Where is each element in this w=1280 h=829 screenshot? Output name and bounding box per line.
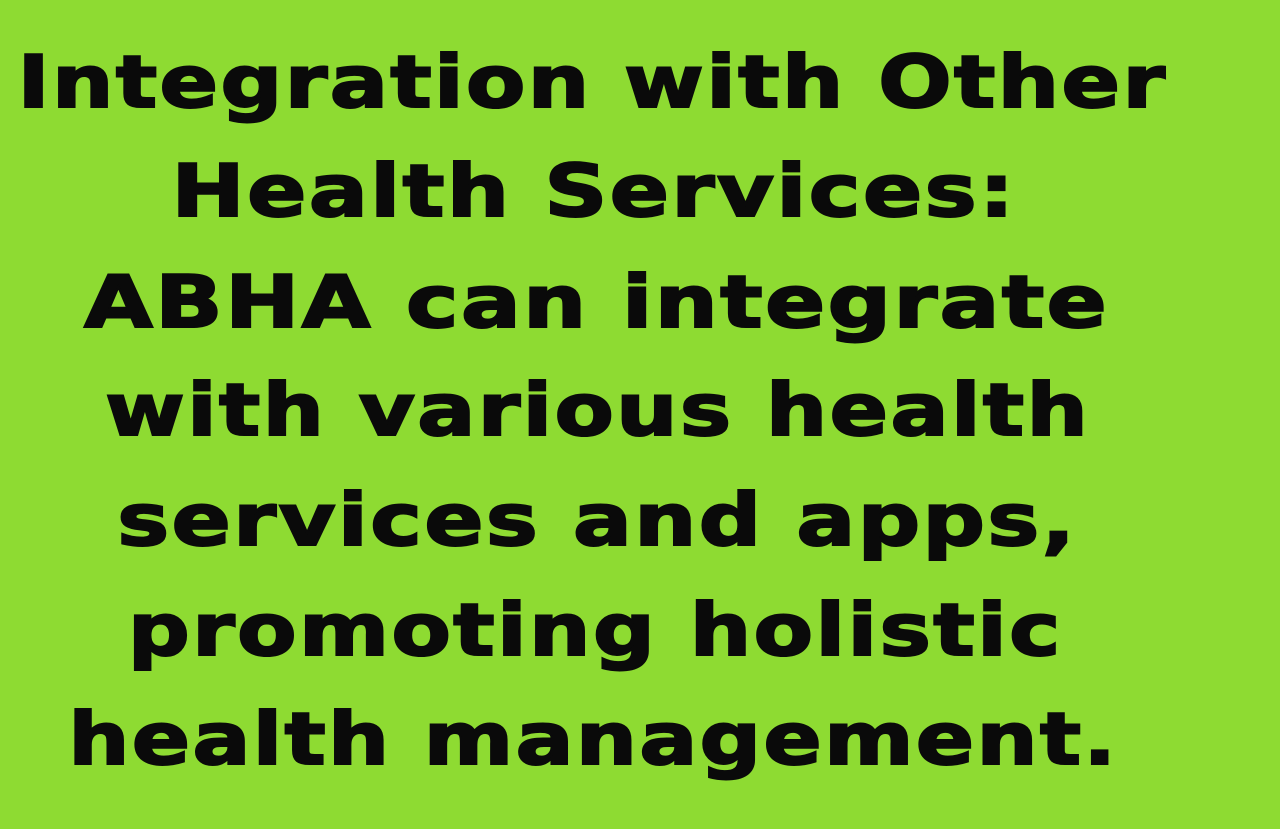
body-line-2: with various health [104,367,1091,453]
heading-line-1: Integration with Other [16,39,1167,125]
body-line-4: promoting holistic [126,587,1063,673]
body-line-1: ABHA can integrate [83,259,1110,345]
slide-canvas: Integration with Other Health Services: … [0,0,1280,829]
body-line-5: health management. [67,696,1119,782]
body-line-3: services and apps, [116,477,1078,563]
heading-line-2: Health Services: [170,148,1017,234]
